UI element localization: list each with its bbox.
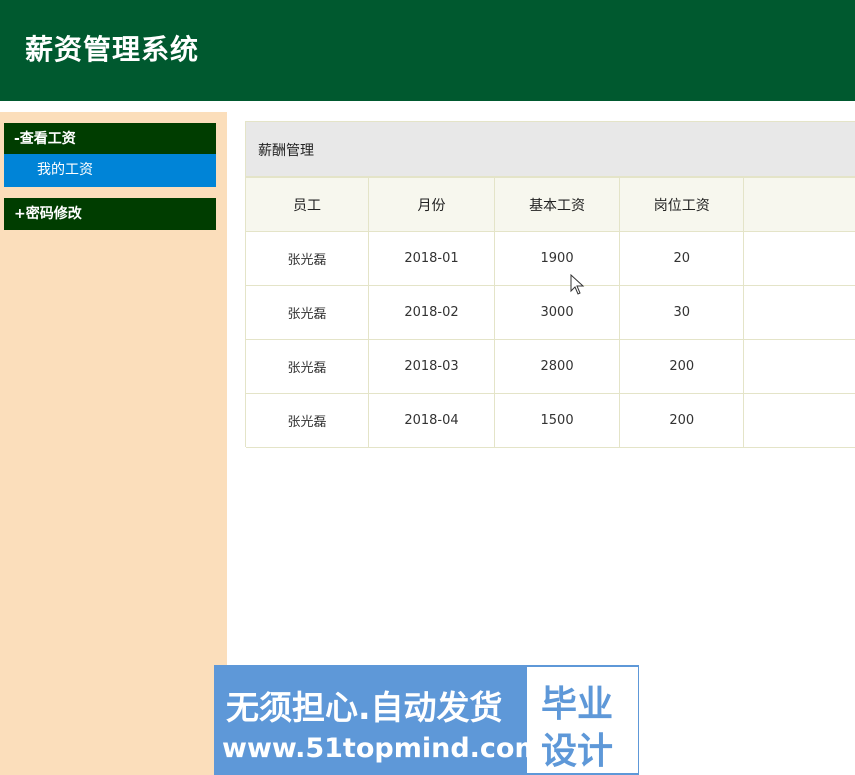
panel-title: 薪酬管理 xyxy=(258,143,314,159)
cell-truncated xyxy=(743,339,855,394)
watermark-slogan: 无须担心.自动发货 xyxy=(226,688,503,727)
panel-header: 薪酬管理 xyxy=(246,122,855,177)
table-row: 张光磊 2018-03 2800 200 xyxy=(246,339,855,394)
cell-month: 2018-03 xyxy=(368,339,495,394)
cell-employee: 张光磊 xyxy=(246,285,370,340)
cell-truncated xyxy=(743,393,855,448)
cell-employee: 张光磊 xyxy=(246,339,370,394)
cell-month: 2018-01 xyxy=(368,231,495,286)
cell-month: 2018-02 xyxy=(368,285,495,340)
column-header-truncated xyxy=(743,177,855,232)
cell-month: 2018-04 xyxy=(368,393,495,448)
column-header-position-salary: 岗位工资 xyxy=(619,177,745,232)
cell-position-salary: 200 xyxy=(619,393,745,448)
cell-base-salary: 3000 xyxy=(493,285,621,340)
mouse-pointer-icon xyxy=(570,274,585,295)
top-header: 薪资管理系统 xyxy=(0,0,855,101)
menu-item-my-salary[interactable]: 我的工资 xyxy=(4,154,216,187)
cell-base-salary: 1500 xyxy=(493,393,621,448)
table-row: 张光磊 2018-02 3000 30 xyxy=(246,285,855,340)
cell-position-salary: 200 xyxy=(619,339,745,394)
column-header-employee: 员工 xyxy=(246,177,370,232)
salary-table: 员工 月份 基本工资 岗位工资 张光磊 2018-01 1900 20 张光磊 … xyxy=(246,177,855,448)
salary-panel: 薪酬管理 员工 月份 基本工资 岗位工资 张光磊 2018-01 1900 20… xyxy=(245,121,855,448)
cell-position-salary: 20 xyxy=(619,231,745,286)
column-header-base-salary: 基本工资 xyxy=(493,177,621,232)
cell-truncated xyxy=(743,285,855,340)
cell-employee: 张光磊 xyxy=(246,231,370,286)
table-header-row: 员工 月份 基本工资 岗位工资 xyxy=(246,177,855,232)
menu-group-view-salary[interactable]: -查看工资 xyxy=(4,123,216,155)
watermark-badge-line1: 毕业 xyxy=(541,684,614,725)
cell-base-salary: 1900 xyxy=(493,231,621,286)
app-title: 薪资管理系统 xyxy=(25,33,200,66)
table-row: 张光磊 2018-04 1500 200 xyxy=(246,393,855,448)
watermark-badge: 毕业 设计 xyxy=(527,667,638,773)
column-header-month: 月份 xyxy=(368,177,495,232)
cell-employee: 张光磊 xyxy=(246,393,370,448)
sidebar: -查看工资 我的工资 +密码修改 xyxy=(0,112,227,775)
watermark-banner: 无须担心.自动发货 www.51topmind.com 毕业 设计 xyxy=(214,665,639,775)
watermark-url: www.51topmind.com xyxy=(222,733,543,764)
cell-position-salary: 30 xyxy=(619,285,745,340)
cell-base-salary: 2800 xyxy=(493,339,621,394)
cell-truncated xyxy=(743,231,855,286)
table-row: 张光磊 2018-01 1900 20 xyxy=(246,231,855,286)
watermark-text-block: 无须担心.自动发货 www.51topmind.com xyxy=(214,665,543,775)
watermark-badge-line2: 设计 xyxy=(541,731,614,772)
menu-group-change-password[interactable]: +密码修改 xyxy=(4,198,216,230)
